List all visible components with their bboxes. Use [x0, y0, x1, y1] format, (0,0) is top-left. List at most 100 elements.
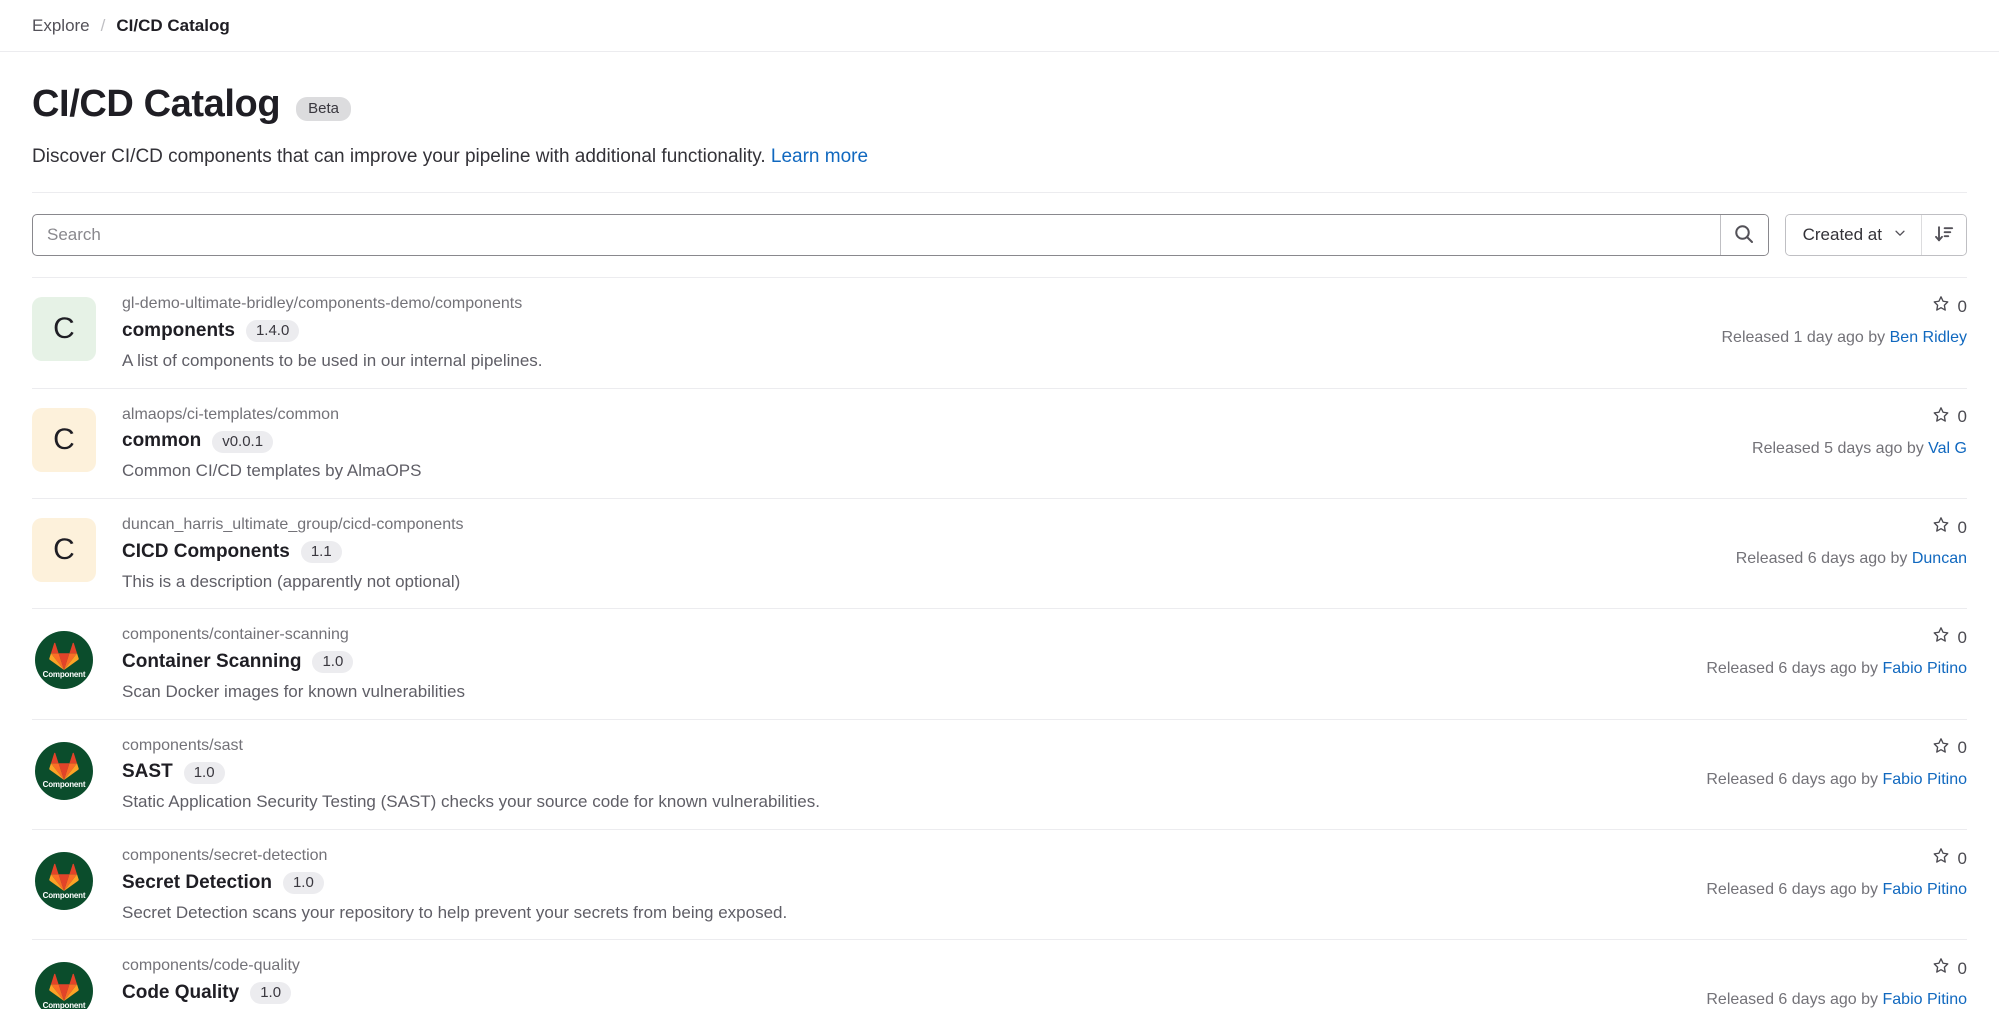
- search-icon: [1734, 224, 1754, 247]
- page-title: CI/CD Catalog: [32, 83, 281, 125]
- gitlab-component-avatar: Component: [35, 852, 93, 911]
- star-count-group[interactable]: 0: [1637, 957, 1967, 980]
- released-info: Released 6 days ago by Duncan: [1637, 550, 1967, 568]
- component-name[interactable]: Secret Detection: [122, 872, 272, 895]
- breadcrumb: Explore / CI/CD Catalog: [0, 0, 1999, 52]
- resource-path: duncan_harris_ultimate_group/cicd-compon…: [122, 516, 464, 534]
- component-description: This is a description (apparently not op…: [122, 571, 461, 591]
- avatar-letter: C: [32, 518, 96, 583]
- resource-path: gl-demo-ultimate-bridley/components-demo…: [122, 295, 523, 313]
- learn-more-link[interactable]: Learn more: [771, 146, 868, 167]
- avatar-label: Component: [42, 890, 86, 900]
- star-icon: [1932, 847, 1950, 870]
- version-badge: 1.0: [282, 872, 324, 895]
- author-link[interactable]: Fabio Pitino: [1883, 991, 1968, 1008]
- avatar-gitlab: Component: [32, 628, 96, 693]
- component-description: A list of components to be used in our i…: [122, 350, 543, 370]
- component-description: Static Application Security Testing (SAS…: [122, 792, 820, 812]
- version-badge: 1.0: [250, 982, 292, 1005]
- breadcrumb-separator: /: [100, 15, 106, 35]
- author-link[interactable]: Ben Ridley: [1890, 329, 1967, 346]
- catalog-list: C gl-demo-ultimate-bridley/components-de…: [32, 277, 1967, 1009]
- gitlab-component-avatar: Component: [35, 631, 93, 690]
- resource-path: components/container-scanning: [122, 626, 349, 644]
- author-link[interactable]: Fabio Pitino: [1883, 660, 1968, 677]
- row-name-line: SAST 1.0: [122, 761, 1637, 784]
- page-subtitle: Discover CI/CD components that can impro…: [32, 145, 1967, 170]
- star-icon: [1932, 295, 1950, 318]
- search-button[interactable]: [1719, 215, 1768, 256]
- star-count: 0: [1957, 296, 1967, 316]
- released-info: Released 6 days ago by Fabio Pitino: [1637, 991, 1967, 1009]
- component-description: Common CI/CD templates by AlmaOPS: [122, 461, 422, 481]
- star-count-group[interactable]: 0: [1637, 295, 1967, 318]
- released-prefix: Released 6 days ago by: [1706, 770, 1883, 788]
- star-count: 0: [1957, 848, 1967, 868]
- component-name[interactable]: CICD Components: [122, 541, 290, 564]
- version-badge: 1.1: [300, 541, 342, 564]
- released-info: Released 6 days ago by Fabio Pitino: [1637, 881, 1967, 899]
- released-info: Released 5 days ago by Val G: [1637, 440, 1967, 458]
- chevron-down-icon: [1893, 225, 1907, 245]
- row-main: components/code-quality Code Quality 1.0…: [122, 954, 1637, 1009]
- catalog-row-6[interactable]: Component components/code-quality Code Q…: [32, 939, 1967, 1009]
- version-badge: v0.0.1: [212, 430, 274, 453]
- component-name[interactable]: Container Scanning: [122, 651, 301, 674]
- component-name[interactable]: common: [122, 430, 201, 453]
- author-link[interactable]: Duncan: [1912, 550, 1967, 567]
- star-count: 0: [1957, 407, 1967, 427]
- avatar-letter: C: [32, 407, 96, 472]
- author-link[interactable]: Fabio Pitino: [1883, 771, 1968, 788]
- catalog-row-3[interactable]: Component components/container-scanning …: [32, 608, 1967, 718]
- star-icon: [1932, 626, 1950, 649]
- star-count-group[interactable]: 0: [1637, 406, 1967, 429]
- sort-descending-icon: [1934, 224, 1954, 247]
- sort-direction-button[interactable]: [1921, 215, 1966, 256]
- page-title-row: CI/CD Catalog Beta: [32, 83, 1967, 126]
- row-main: components/container-scanning Container …: [122, 623, 1637, 703]
- released-prefix: Released 6 days ago by: [1706, 660, 1883, 678]
- author-link[interactable]: Fabio Pitino: [1883, 881, 1968, 898]
- search-and-sort-toolbar: Created at: [32, 214, 1967, 257]
- row-meta: 0 Released 6 days ago by Fabio Pitino: [1637, 623, 1967, 678]
- star-count-group[interactable]: 0: [1637, 516, 1967, 539]
- released-info: Released 6 days ago by Fabio Pitino: [1637, 660, 1967, 678]
- component-name[interactable]: Code Quality: [122, 982, 239, 1005]
- row-name-line: Secret Detection 1.0: [122, 872, 1637, 895]
- search-input[interactable]: [33, 215, 1720, 256]
- author-link[interactable]: Val G: [1928, 440, 1967, 457]
- avatar-letter: C: [32, 297, 96, 362]
- star-count: 0: [1957, 738, 1967, 758]
- breadcrumb-item-current: CI/CD Catalog: [116, 15, 230, 35]
- released-info: Released 6 days ago by Fabio Pitino: [1637, 771, 1967, 789]
- header-divider: [32, 192, 1967, 194]
- component-name[interactable]: SAST: [122, 761, 173, 784]
- row-name-line: CICD Components 1.1: [122, 541, 1637, 564]
- catalog-row-5[interactable]: Component components/secret-detection Se…: [32, 829, 1967, 939]
- row-meta: 0 Released 6 days ago by Fabio Pitino: [1637, 734, 1967, 789]
- row-meta: 0 Released 6 days ago by Duncan: [1637, 513, 1967, 568]
- breadcrumb-item-explore[interactable]: Explore: [32, 16, 90, 36]
- star-count-group[interactable]: 0: [1637, 737, 1967, 760]
- resource-path: components/sast: [122, 736, 243, 754]
- star-count-group[interactable]: 0: [1637, 847, 1967, 870]
- version-badge: 1.0: [183, 761, 225, 784]
- avatar-label: Component: [42, 1000, 86, 1009]
- catalog-row-0[interactable]: C gl-demo-ultimate-bridley/components-de…: [32, 277, 1967, 387]
- star-icon: [1932, 406, 1950, 429]
- released-prefix: Released 6 days ago by: [1706, 991, 1883, 1009]
- sort-field-label: Created at: [1802, 225, 1882, 245]
- sort-field-dropdown[interactable]: Created at: [1785, 215, 1921, 256]
- gitlab-fox-icon: [49, 863, 79, 891]
- star-count-group[interactable]: 0: [1637, 626, 1967, 649]
- gitlab-fox-icon: [49, 752, 79, 781]
- star-icon: [1932, 516, 1950, 539]
- component-name[interactable]: components: [122, 320, 235, 343]
- catalog-row-1[interactable]: C almaops/ci-templates/common common v0.…: [32, 387, 1967, 498]
- component-description: Scan Docker images for known vulnerabili…: [122, 681, 465, 701]
- avatar-gitlab: Component: [32, 849, 96, 914]
- avatar-label: Component: [42, 780, 86, 790]
- row-meta: 0 Released 6 days ago by Fabio Pitino: [1637, 954, 1967, 1009]
- catalog-row-2[interactable]: C duncan_harris_ultimate_group/cicd-comp…: [32, 498, 1967, 608]
- catalog-row-4[interactable]: Component components/sast SAST 1.0 Stati…: [32, 718, 1967, 829]
